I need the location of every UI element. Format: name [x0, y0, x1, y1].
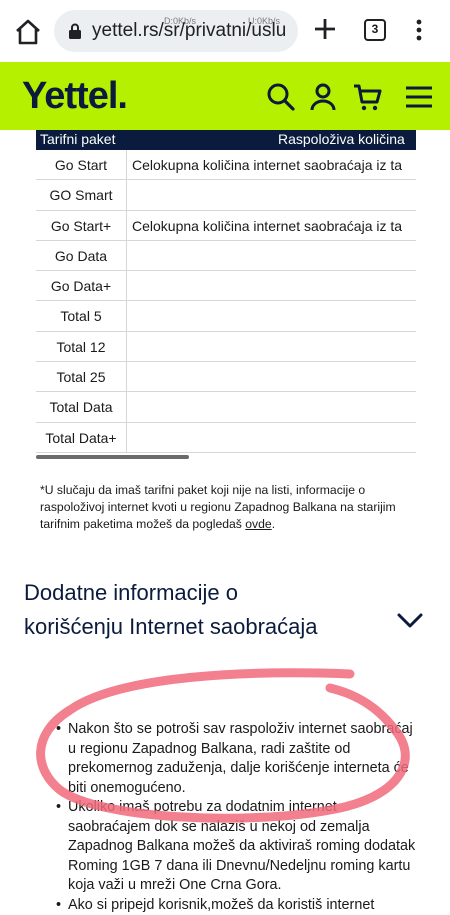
- package-name-cell: Total 25: [36, 369, 126, 385]
- tariff-table[interactable]: Tarifni paket Raspoloživa količina Go St…: [36, 130, 416, 460]
- list-item: Nakon što se potroši sav raspoloživ inte…: [56, 720, 416, 798]
- lock-icon: [68, 23, 82, 39]
- package-name-cell: Go Data+: [36, 278, 126, 294]
- user-icon[interactable]: [308, 82, 338, 112]
- list-item: Ako si pripejd korisnik,možeš da koristi…: [56, 896, 416, 915]
- footnote: *U slučaju da imaš tarifni paket koji ni…: [40, 482, 410, 533]
- footnote-end: .: [272, 517, 275, 531]
- more-options-icon[interactable]: [414, 18, 424, 42]
- table-row: Total 12: [36, 332, 416, 362]
- amount-cell: Celokupna količina internet saobraćaja i…: [132, 218, 402, 234]
- table-row: GO Smart: [36, 180, 416, 210]
- package-name-cell: Go Start: [36, 157, 126, 173]
- package-name-cell: Total Data: [36, 399, 126, 415]
- info-bullet-list: Nakon što se potroši sav raspoloživ inte…: [56, 720, 416, 915]
- browser-toolbar: D:0Kb/s U:0Kb/s yettel.rs/sr/privatni/us…: [0, 0, 450, 62]
- table-row: Go Start+ Celokupna količina internet sao…: [36, 211, 416, 241]
- chevron-down-icon[interactable]: [396, 612, 424, 630]
- package-name-cell: Total Data+: [36, 430, 126, 446]
- address-bar[interactable]: D:0Kb/s U:0Kb/s yettel.rs/sr/privatni/us…: [54, 10, 298, 52]
- table-row: Total 5: [36, 301, 416, 331]
- package-name-cell: Go Start+: [36, 218, 126, 234]
- list-item: Ukoliko imaš potrebu za dodatnim interne…: [56, 798, 416, 896]
- table-row: Go Data+: [36, 271, 416, 301]
- table-row: Total Data: [36, 392, 416, 422]
- table-row: Total Data+: [36, 423, 416, 453]
- table-horizontal-scrollbar[interactable]: [36, 455, 189, 459]
- new-tab-icon[interactable]: [310, 14, 340, 44]
- yettel-logo[interactable]: Yettel.: [22, 75, 127, 118]
- package-name-cell: Total 5: [36, 308, 126, 324]
- package-name-cell: GO Smart: [36, 187, 126, 203]
- url-text: yettel.rs/sr/privatni/uslu: [92, 20, 288, 42]
- home-icon[interactable]: [14, 18, 42, 46]
- site-header: Yettel.: [0, 62, 450, 130]
- hamburger-menu-icon[interactable]: [404, 82, 434, 112]
- footnote-link[interactable]: ovde: [245, 517, 271, 531]
- footnote-text: *U slučaju da imaš tarifni paket koji ni…: [40, 483, 396, 531]
- cart-icon[interactable]: [352, 82, 382, 112]
- package-name-cell: Go Data: [36, 248, 126, 264]
- amount-cell: Celokupna količina internet saobraćaja i…: [132, 157, 402, 173]
- search-icon[interactable]: [266, 82, 296, 112]
- column-header-amount: Raspoloživa količina: [278, 131, 405, 147]
- package-name-cell: Total 12: [36, 339, 126, 355]
- table-row: Go Data: [36, 241, 416, 271]
- tab-switcher-button[interactable]: 3: [364, 19, 386, 41]
- table-row: Total 25: [36, 362, 416, 392]
- accordion-title[interactable]: Dodatne informacije o korišćenju Interne…: [24, 576, 324, 644]
- table-header: Tarifni paket Raspoloživa količina: [36, 130, 416, 150]
- table-row: Go Start Celokupna količina internet saob…: [36, 150, 416, 180]
- column-header-package: Tarifni paket: [40, 131, 115, 147]
